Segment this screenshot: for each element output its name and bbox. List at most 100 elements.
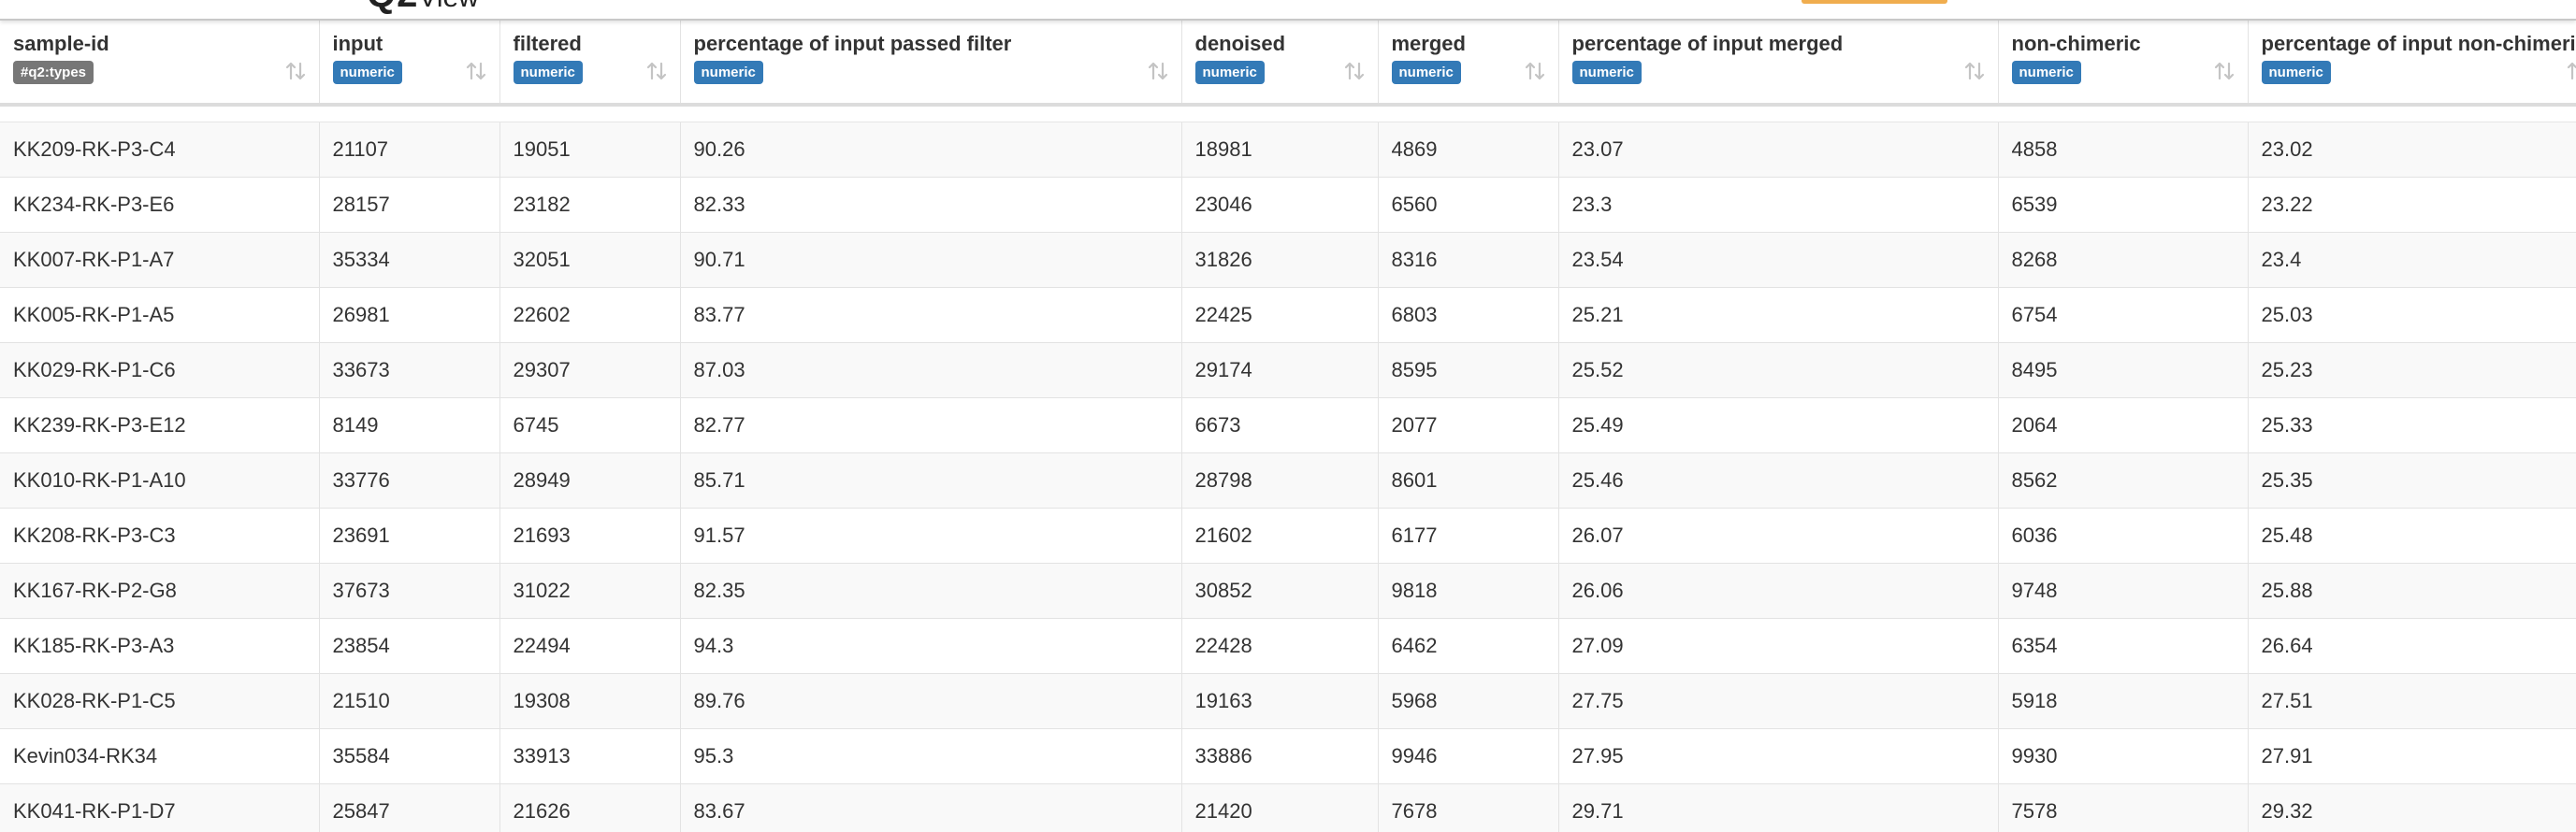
table-row[interactable]: KK167-RK-P2-G8 37673 31022 82.35 30852 9818 26…	[0, 563, 2576, 619]
table-cell: 33776	[319, 452, 500, 509]
table-cell: 23.54	[1558, 232, 1999, 288]
sample-id-cell: KK208-RK-P3-C3	[0, 508, 320, 564]
column-header[interactable]: sample-id #q2:types	[0, 19, 320, 107]
table-row[interactable]: KK208-RK-P3-C3 23691 21693 91.57 21602 6177 26…	[0, 508, 2576, 564]
sort-arrows-icon[interactable]	[1342, 60, 1367, 82]
table-cell: 21510	[319, 673, 500, 729]
table-cell: 2064	[1998, 397, 2249, 453]
table-cell: 6354	[1998, 618, 2249, 674]
table-cell: 21693	[499, 508, 681, 564]
sort-arrows-icon[interactable]	[2565, 60, 2576, 82]
table-cell: 91.57	[680, 508, 1182, 564]
table-row[interactable]: KK005-RK-P1-A5 26981 22602 83.77 22425 6803 25…	[0, 287, 2576, 343]
sample-id-cell: KK029-RK-P1-C6	[0, 342, 320, 398]
numeric-type-badge: numeric	[2261, 61, 2331, 84]
table-cell: 6036	[1998, 508, 2249, 564]
table-cell: 85.71	[680, 452, 1182, 509]
column-header[interactable]: percentage of input non-chimeric numeric	[2248, 19, 2576, 107]
table-row[interactable]: KK239-RK-P3-E12 8149 6745 82.77 6673 2077 25.4…	[0, 397, 2576, 453]
column-header[interactable]: percentage of input passed filter numeric	[680, 19, 1182, 107]
numeric-type-badge: numeric	[2011, 61, 2081, 84]
table-cell: 8316	[1378, 232, 1559, 288]
table-cell: 27.75	[1558, 673, 1999, 729]
column-header[interactable]: percentage of input merged numeric	[1558, 19, 1999, 107]
column-header[interactable]: denoised numeric	[1181, 19, 1379, 107]
sort-arrows-icon[interactable]	[464, 60, 488, 82]
sort-arrows-icon[interactable]	[1523, 60, 1547, 82]
metadata-table: sample-id #q2:types input numeric filtered nu…	[0, 19, 2576, 832]
navbar-button[interactable]	[1802, 0, 1947, 4]
table-cell: 29174	[1181, 342, 1379, 398]
table-cell: 7578	[1998, 783, 2249, 832]
sample-id-cell: KK005-RK-P1-A5	[0, 287, 320, 343]
table-cell: 25.88	[2248, 563, 2576, 619]
table-cell: 32051	[499, 232, 681, 288]
table-cell: 89.76	[680, 673, 1182, 729]
column-header[interactable]: input numeric	[319, 19, 500, 107]
sort-arrows-icon[interactable]	[2212, 60, 2236, 82]
sample-id-cell: KK167-RK-P2-G8	[0, 563, 320, 619]
table-row[interactable]: KK041-RK-P1-D7 25847 21626 83.67 21420 7678 29…	[0, 783, 2576, 832]
table-cell: 29.32	[2248, 783, 2576, 832]
table-cell: 8562	[1998, 452, 2249, 509]
table-row[interactable]: KK010-RK-P1-A10 33776 28949 85.71 28798 8601 2…	[0, 452, 2576, 509]
spacer-cell	[0, 104, 2576, 122]
sort-arrows-icon[interactable]	[1962, 60, 1987, 82]
table-cell: 19308	[499, 673, 681, 729]
brand-logo[interactable]: Q2View	[367, 0, 479, 17]
table-cell: 21107	[319, 122, 500, 178]
table-cell: 6177	[1378, 508, 1559, 564]
table-row[interactable]: KK234-RK-P3-E6 28157 23182 82.33 23046 6560 23…	[0, 177, 2576, 233]
table-cell: 21420	[1181, 783, 1379, 832]
numeric-type-badge: numeric	[693, 61, 763, 84]
table-cell: 27.95	[1558, 728, 1999, 784]
sample-id-cell: KK007-RK-P1-A7	[0, 232, 320, 288]
table-cell: 35584	[319, 728, 500, 784]
table-cell: 23.02	[2248, 122, 2576, 178]
column-header-label: sample-id	[13, 32, 109, 55]
table-cell: 23.07	[1558, 122, 1999, 178]
table-cell: 5918	[1998, 673, 2249, 729]
table-cell: 29307	[499, 342, 681, 398]
table-cell: 19163	[1181, 673, 1379, 729]
table-row[interactable]: KK029-RK-P1-C6 33673 29307 87.03 29174 8595 25…	[0, 342, 2576, 398]
sort-arrows-icon[interactable]	[1146, 60, 1170, 82]
table-cell: 4858	[1998, 122, 2249, 178]
table-cell: 33913	[499, 728, 681, 784]
table-cell: 4869	[1378, 122, 1559, 178]
table-cell: 82.35	[680, 563, 1182, 619]
column-header-label: input	[332, 32, 384, 55]
table-cell: 26.06	[1558, 563, 1999, 619]
column-header[interactable]: filtered numeric	[499, 19, 681, 107]
table-cell: 22602	[499, 287, 681, 343]
table-row[interactable]: KK007-RK-P1-A7 35334 32051 90.71 31826 8316 23…	[0, 232, 2576, 288]
table-cell: 83.77	[680, 287, 1182, 343]
column-header-label: percentage of input non-chimeric	[2261, 32, 2576, 55]
table-cell: 6754	[1998, 287, 2249, 343]
table-cell: 30852	[1181, 563, 1379, 619]
sample-id-cell: KK010-RK-P1-A10	[0, 452, 320, 509]
brand-q2-text: Q2	[367, 0, 418, 15]
sample-id-cell: Kevin034-RK34	[0, 728, 320, 784]
table-cell: 6745	[499, 397, 681, 453]
table-cell: 9946	[1378, 728, 1559, 784]
table-row[interactable]: KK028-RK-P1-C5 21510 19308 89.76 19163 5968 27…	[0, 673, 2576, 729]
table-cell: 25.46	[1558, 452, 1999, 509]
column-header[interactable]: merged numeric	[1378, 19, 1559, 107]
sort-arrows-icon[interactable]	[644, 60, 669, 82]
table-cell: 25.23	[2248, 342, 2576, 398]
column-header[interactable]: non-chimeric numeric	[1998, 19, 2249, 107]
table-row[interactable]: KK209-RK-P3-C4 21107 19051 90.26 18981 4869 23…	[0, 122, 2576, 178]
column-header-label: merged	[1391, 32, 1466, 55]
sort-arrows-icon[interactable]	[283, 60, 308, 82]
table-header: sample-id #q2:types input numeric filtered nu…	[0, 19, 2576, 107]
table-row[interactable]: KK185-RK-P3-A3 23854 22494 94.3 22428 6462 27.…	[0, 618, 2576, 674]
table-row[interactable]: Kevin034-RK34 35584 33913 95.3 33886 9946 27.9…	[0, 728, 2576, 784]
numeric-type-badge: numeric	[513, 61, 583, 84]
table-cell: 35334	[319, 232, 500, 288]
table-cell: 28798	[1181, 452, 1379, 509]
table-cell: 23854	[319, 618, 500, 674]
table-cell: 23.3	[1558, 177, 1999, 233]
table-cell: 23.22	[2248, 177, 2576, 233]
table-cell: 25.33	[2248, 397, 2576, 453]
